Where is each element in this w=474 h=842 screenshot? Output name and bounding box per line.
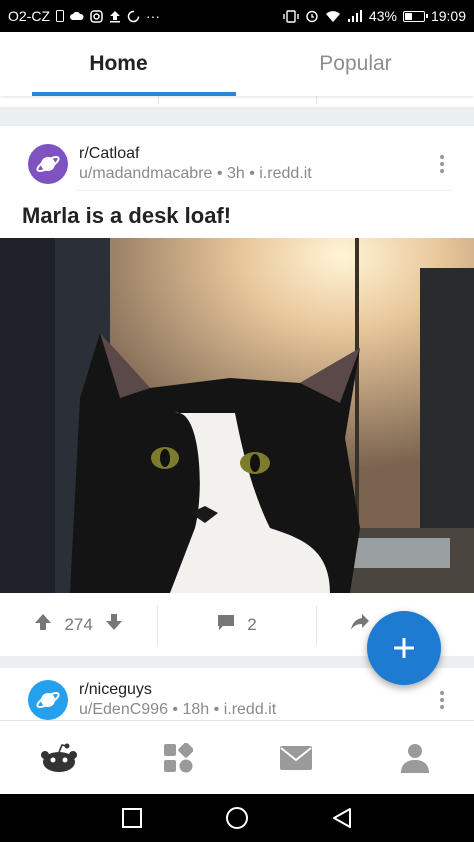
planet-icon	[36, 692, 60, 708]
post-header: r/Catloaf u/madandmacabre • 3h • i.redd.…	[0, 126, 474, 190]
vibrate-icon	[283, 9, 299, 23]
planet-icon	[36, 156, 60, 172]
alarm-icon	[305, 9, 319, 23]
more-options-icon[interactable]	[432, 155, 452, 173]
post-meta: u/EdenC996 • 18h • i.redd.it	[79, 701, 277, 718]
subreddit-avatar[interactable]	[28, 144, 68, 184]
tab-home[interactable]: Home	[0, 32, 237, 96]
post-image[interactable]	[0, 238, 474, 593]
communities-icon	[163, 742, 193, 772]
home-snoo-icon	[41, 743, 78, 772]
post-domain[interactable]: i.redd.it	[224, 701, 276, 718]
tab-popular[interactable]: Popular	[237, 32, 474, 96]
bottom-navigation	[0, 720, 474, 794]
inbox-icon	[280, 745, 313, 770]
tab-popular-label: Popular	[319, 52, 392, 75]
tab-home-label: Home	[89, 52, 148, 75]
active-tab-indicator	[32, 92, 236, 96]
subreddit-avatar[interactable]	[28, 680, 68, 720]
battery-icon	[402, 10, 428, 22]
clock: 19:09	[430, 8, 466, 24]
home-circle-icon[interactable]	[217, 798, 257, 838]
downvote-icon[interactable]	[105, 613, 123, 636]
vote-count: 274	[64, 614, 93, 634]
system-navigation-bar	[0, 794, 474, 842]
post-age: 18h	[182, 701, 210, 718]
upload-icon	[109, 10, 121, 23]
carrier-label: O2-CZ	[8, 8, 50, 24]
post-title[interactable]: Marla is a desk loaf!	[0, 191, 474, 239]
sim-icon	[56, 10, 64, 22]
post-meta: u/madandmacabre • 3h • i.redd.it	[79, 165, 312, 182]
create-post-button[interactable]	[367, 611, 441, 685]
instagram-icon	[90, 9, 103, 23]
upvote-icon[interactable]	[34, 613, 52, 636]
recents-icon[interactable]	[112, 798, 152, 838]
profile-icon	[400, 743, 429, 773]
share-icon	[350, 613, 370, 636]
previous-post-actions	[0, 96, 474, 108]
more-options-icon[interactable]	[432, 691, 452, 709]
nav-profile[interactable]	[356, 721, 474, 794]
comment-count: 2	[247, 614, 257, 634]
post-card[interactable]: r/Catloaf u/madandmacabre • 3h • i.redd.…	[0, 126, 474, 656]
nav-communities[interactable]	[119, 721, 238, 794]
cloud-icon	[70, 11, 84, 21]
feed-tabs: Home Popular	[0, 32, 474, 96]
post-age: 3h	[226, 165, 245, 182]
plus-icon	[394, 638, 414, 658]
subreddit-name[interactable]: r/niceguys	[79, 680, 432, 700]
post-author[interactable]: u/madandmacabre	[79, 165, 212, 182]
sync-icon	[127, 10, 140, 23]
wifi-icon	[325, 10, 341, 23]
post-domain[interactable]: i.redd.it	[259, 165, 311, 182]
signal-icon	[347, 10, 363, 22]
status-bar: O2-CZ ··· 43% 19:09	[0, 0, 474, 32]
vote-group: 274	[0, 605, 157, 645]
more-notifications-icon: ···	[146, 8, 160, 24]
comment-icon	[217, 614, 235, 636]
back-icon[interactable]	[322, 798, 362, 838]
subreddit-name[interactable]: r/Catloaf	[79, 144, 432, 164]
nav-inbox[interactable]	[237, 721, 356, 794]
comments-button[interactable]: 2	[157, 604, 315, 645]
post-author[interactable]: u/EdenC996	[79, 701, 168, 718]
nav-home[interactable]	[0, 721, 119, 794]
battery-percent: 43%	[368, 8, 397, 24]
